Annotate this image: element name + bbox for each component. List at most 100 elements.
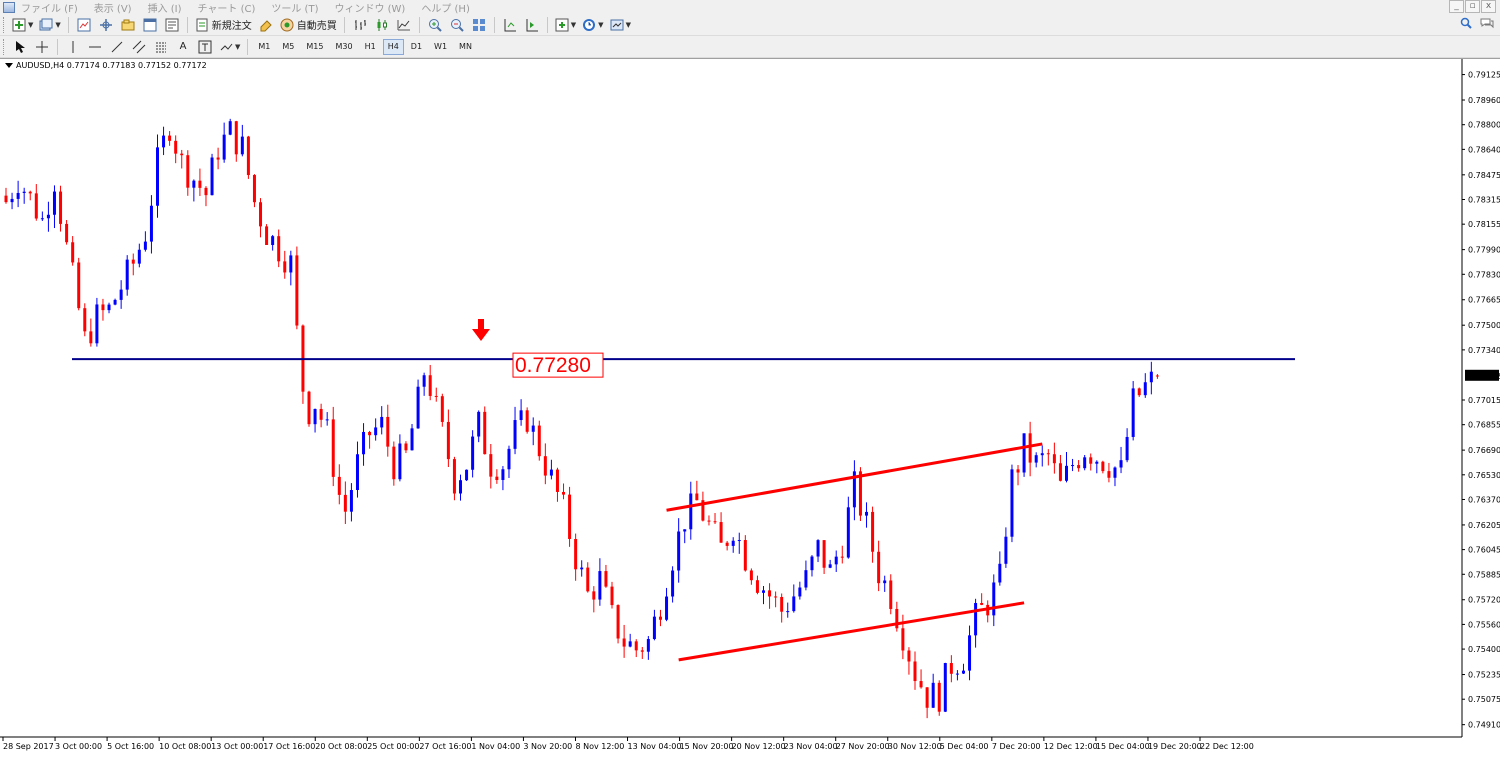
- menu-window[interactable]: ウィンドウ (W): [334, 0, 405, 15]
- search-icon[interactable]: [1460, 17, 1472, 29]
- menu-insert[interactable]: 挿入 (I): [148, 0, 182, 15]
- text-tool-button[interactable]: A: [173, 38, 193, 56]
- profiles-button[interactable]: ▼: [37, 16, 62, 34]
- restore-button[interactable]: ▫: [1465, 0, 1480, 13]
- tile-windows-button[interactable]: [469, 16, 489, 34]
- fibonacci-icon: [156, 42, 166, 52]
- zoom-in-button[interactable]: [425, 16, 445, 34]
- templates-button[interactable]: ▼: [608, 16, 633, 34]
- bear-candle-body: [840, 556, 844, 558]
- bear-candle-body: [283, 261, 287, 273]
- meta-editor-button[interactable]: [256, 16, 276, 34]
- crosshair-tool-button[interactable]: [32, 38, 52, 56]
- timeframe-mn[interactable]: MN: [454, 39, 477, 55]
- timeframe-d1[interactable]: D1: [406, 39, 427, 55]
- cursor-tool-button[interactable]: [10, 38, 30, 56]
- toolbar-separator: [343, 16, 345, 33]
- data-window-button[interactable]: [96, 16, 116, 34]
- clock-icon: [583, 18, 596, 31]
- timeframe-m15[interactable]: M15: [301, 39, 328, 55]
- indicators-icon: [555, 18, 569, 31]
- bull-candle-body: [465, 469, 469, 481]
- right-tools: [1460, 17, 1494, 29]
- bear-candle-body: [907, 650, 911, 662]
- time-axis-label: 15 Nov 20:00: [680, 742, 734, 751]
- new-order-button[interactable]: 新規注文: [193, 16, 254, 34]
- bull-candle-body: [968, 635, 972, 671]
- bear-candle-body: [574, 538, 578, 570]
- navigator-button[interactable]: [118, 16, 138, 34]
- horizontal-line-button[interactable]: [85, 38, 105, 56]
- bear-candle-body: [658, 616, 662, 620]
- candlestick-button[interactable]: [372, 16, 392, 34]
- timeframe-h4[interactable]: H4: [382, 38, 404, 55]
- price-chart[interactable]: 0.79125 0.78960 0.78800 0.78640 0.78475 0.783…: [0, 59, 1500, 761]
- indicators-button[interactable]: ▼: [553, 16, 578, 34]
- timeframe-w1[interactable]: W1: [429, 39, 452, 55]
- timeframe-m30[interactable]: M30: [330, 39, 357, 55]
- minimize-button[interactable]: _: [1449, 0, 1464, 13]
- bear-candle-body: [695, 493, 699, 501]
- timeframe-h1[interactable]: H1: [360, 39, 381, 55]
- arrows-button[interactable]: ▼: [217, 38, 242, 56]
- chart-shift-button[interactable]: [500, 16, 520, 34]
- line-chart-button[interactable]: [394, 16, 414, 34]
- close-button[interactable]: x: [1481, 0, 1496, 13]
- timeframe-m5[interactable]: M5: [277, 39, 299, 55]
- vertical-line-button[interactable]: [63, 38, 83, 56]
- text-label-icon: [198, 40, 212, 53]
- bear-candle-body: [719, 522, 723, 543]
- app-icon: [3, 1, 15, 13]
- new-chart-button[interactable]: ▼: [10, 16, 35, 34]
- zoom-out-icon: [450, 18, 464, 32]
- price-axis-label: 0.77665: [1468, 296, 1500, 305]
- text-label-button[interactable]: [195, 38, 215, 56]
- crosshair-icon: [36, 40, 48, 53]
- bull-candle-body: [955, 673, 959, 675]
- trendline-button[interactable]: [107, 38, 127, 56]
- menu-tools[interactable]: ツール (T): [271, 0, 318, 15]
- bull-candle-body: [149, 205, 153, 242]
- toolbar-separator: [418, 16, 420, 33]
- auto-trading-button[interactable]: 自動売買: [278, 16, 339, 34]
- bull-candle-body: [1034, 455, 1038, 463]
- toolbar-grip[interactable]: [3, 16, 6, 33]
- terminal-button[interactable]: [140, 16, 160, 34]
- bear-candle-body: [428, 375, 432, 396]
- toolbar-grip[interactable]: [3, 38, 6, 55]
- menu-chart[interactable]: チャート (C): [198, 0, 256, 15]
- bar-chart-button[interactable]: [350, 16, 370, 34]
- bear-candle-body: [83, 308, 87, 332]
- strategy-tester-button[interactable]: [162, 16, 182, 34]
- bear-candle-body: [180, 153, 184, 156]
- zoom-out-button[interactable]: [447, 16, 467, 34]
- chat-icon[interactable]: [1480, 17, 1494, 29]
- auto-scroll-button[interactable]: [522, 16, 542, 34]
- menu-help[interactable]: ヘルプ (H): [421, 0, 470, 15]
- bull-candle-body: [931, 682, 935, 708]
- menu-file[interactable]: ファイル (F): [21, 0, 78, 15]
- bear-candle-body: [392, 446, 396, 480]
- periods-button[interactable]: ▼: [580, 16, 605, 34]
- price-axis-label: 0.77990: [1468, 246, 1500, 255]
- price-axis-label: 0.78475: [1468, 171, 1500, 180]
- channel-button[interactable]: [129, 38, 149, 56]
- menu-view[interactable]: 表示 (V): [94, 0, 132, 15]
- fibonacci-button[interactable]: [151, 38, 171, 56]
- bear-candle-body: [889, 580, 893, 609]
- bull-candle-body: [192, 180, 196, 188]
- time-axis-label: 25 Oct 00:00: [367, 742, 419, 751]
- bull-candle-body: [828, 564, 832, 568]
- timeframe-m1[interactable]: M1: [253, 39, 275, 55]
- market-watch-button[interactable]: [74, 16, 94, 34]
- toolbar-separator: [546, 16, 548, 33]
- standard-toolbar: ▼ ▼ 新規注文 自動売買 ▼ ▼ ▼: [0, 14, 1500, 36]
- price-axis-label: 0.78800: [1468, 121, 1500, 130]
- time-axis-label: 12 Dec 12:00: [1044, 742, 1098, 751]
- bull-candle-body: [762, 590, 765, 593]
- bull-candle-body: [865, 511, 869, 516]
- bull-candle-body: [1149, 371, 1153, 383]
- current-price-label: 0.77172: [1468, 372, 1500, 381]
- bear-candle-body: [71, 242, 75, 263]
- chart-window[interactable]: 0.79125 0.78960 0.78800 0.78640 0.78475 0.783…: [0, 58, 1500, 761]
